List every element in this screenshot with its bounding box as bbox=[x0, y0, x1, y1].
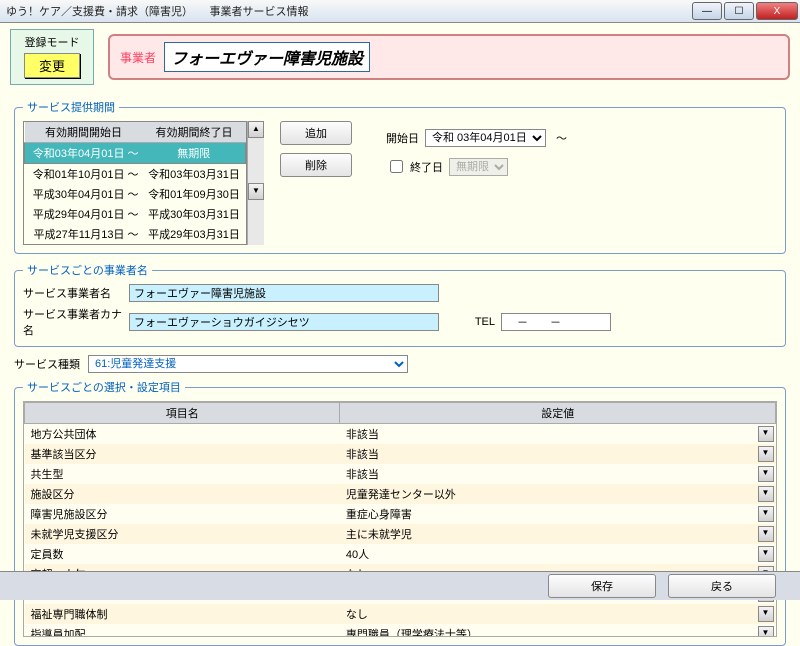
chevron-down-icon[interactable]: ▼ bbox=[758, 426, 774, 442]
end-date-label: 終了日 bbox=[410, 159, 443, 175]
provider-label: 事業者 bbox=[120, 49, 156, 66]
settings-value-select[interactable]: 児童発達センター以外▼ bbox=[340, 484, 776, 504]
tel-label: TEL bbox=[445, 316, 495, 328]
add-button[interactable]: 追加 bbox=[280, 121, 352, 145]
start-date-label: 開始日 bbox=[386, 130, 419, 146]
service-names-legend: サービスごとの事業者名 bbox=[23, 262, 152, 278]
window-buttons: — ☐ X bbox=[690, 2, 798, 20]
maximize-button[interactable]: ☐ bbox=[724, 2, 754, 20]
window-titlebar: ゆう！ケア／支援費・請求（障害児） 事業者サービス情報 — ☐ X bbox=[0, 0, 800, 23]
periods-table[interactable]: 有効期間開始日 有効期間終了日 令和03年04月01日 ～無期限令和01年10月… bbox=[23, 121, 247, 245]
settings-value-select[interactable]: 専門職員（理学療法士等）▼ bbox=[340, 624, 776, 637]
footer-bar: 保存 戻る bbox=[0, 571, 800, 600]
chevron-down-icon[interactable]: ▼ bbox=[758, 486, 774, 502]
periods-col-start: 有効期間開始日 bbox=[25, 122, 143, 143]
settings-row: 共生型非該当▼ bbox=[25, 464, 776, 484]
settings-item: 基準該当区分 bbox=[25, 444, 340, 464]
minimize-button[interactable]: — bbox=[692, 2, 722, 20]
period-row[interactable]: 令和01年10月01日 ～令和03年03月31日 bbox=[25, 164, 246, 185]
periods-scrollbar[interactable]: ▲ ▼ bbox=[247, 121, 264, 245]
settings-value-select[interactable]: なし▼ bbox=[340, 604, 776, 624]
chevron-down-icon[interactable]: ▼ bbox=[758, 606, 774, 622]
end-date-checkbox[interactable]: 終了日 bbox=[386, 157, 443, 176]
chevron-down-icon[interactable]: ▼ bbox=[758, 506, 774, 522]
service-type-row: サービス種類 61:児童発達支援 bbox=[14, 355, 786, 373]
service-type-select[interactable]: 61:児童発達支援 bbox=[88, 355, 408, 373]
settings-item: 共生型 bbox=[25, 464, 340, 484]
settings-legend: サービスごとの選択・設定項目 bbox=[23, 379, 185, 395]
scroll-down-icon[interactable]: ▼ bbox=[248, 183, 264, 200]
window-title: ゆう！ケア／支援費・請求（障害児） 事業者サービス情報 bbox=[0, 3, 690, 19]
periods-col-end: 有効期間終了日 bbox=[143, 122, 246, 143]
close-button[interactable]: X bbox=[756, 2, 798, 20]
end-date-select: 無期限 bbox=[449, 158, 508, 176]
settings-item: 障害児施設区分 bbox=[25, 504, 340, 524]
period-row[interactable]: 平成29年04月01日 ～平成30年03月31日 bbox=[25, 204, 246, 224]
settings-value-select[interactable]: 主に未就学児▼ bbox=[340, 524, 776, 544]
save-button[interactable]: 保存 bbox=[548, 574, 656, 598]
mode-box: 登録モード 変更 bbox=[10, 29, 94, 85]
svc-name-input[interactable] bbox=[129, 284, 439, 302]
periods-group: サービス提供期間 有効期間開始日 有効期間終了日 令和03年04月01日 ～無期… bbox=[14, 99, 786, 254]
back-button[interactable]: 戻る bbox=[668, 574, 776, 598]
period-row[interactable]: 令和03年04月01日 ～無期限 bbox=[25, 143, 246, 164]
provider-name: フォーエヴァー障害児施設 bbox=[164, 42, 370, 72]
settings-item: 定員数 bbox=[25, 544, 340, 564]
chevron-down-icon[interactable]: ▼ bbox=[758, 446, 774, 462]
settings-row: 未就学児支援区分主に未就学児▼ bbox=[25, 524, 776, 544]
tilde-icon: ～ bbox=[552, 130, 571, 146]
settings-row: 地方公共団体非該当▼ bbox=[25, 424, 776, 445]
settings-row: 福祉専門職体制なし▼ bbox=[25, 604, 776, 624]
svc-kana-label: サービス事業者カナ名 bbox=[23, 306, 123, 338]
chevron-down-icon[interactable]: ▼ bbox=[758, 626, 774, 637]
chevron-down-icon[interactable]: ▼ bbox=[758, 466, 774, 482]
mode-label: 登録モード bbox=[15, 34, 89, 50]
periods-legend: サービス提供期間 bbox=[23, 99, 119, 115]
period-row[interactable]: 平成27年11月13日 ～平成29年03月31日 bbox=[25, 224, 246, 244]
service-names-group: サービスごとの事業者名 サービス事業者名 サービス事業者カナ名 TEL bbox=[14, 262, 786, 347]
svc-name-label: サービス事業者名 bbox=[23, 285, 123, 301]
settings-row: 施設区分児童発達センター以外▼ bbox=[25, 484, 776, 504]
start-date-select[interactable]: 令和 03年04月01日 bbox=[425, 129, 546, 147]
settings-item: 指導員加配 bbox=[25, 624, 340, 637]
settings-item: 地方公共団体 bbox=[25, 424, 340, 445]
settings-value-select[interactable]: 非該当▼ bbox=[340, 424, 776, 445]
service-type-label: サービス種類 bbox=[14, 356, 80, 372]
settings-row: 基準該当区分非該当▼ bbox=[25, 444, 776, 464]
settings-item: 施設区分 bbox=[25, 484, 340, 504]
settings-row: 定員数40人▼ bbox=[25, 544, 776, 564]
settings-value-select[interactable]: 40人▼ bbox=[340, 544, 776, 564]
settings-col-value: 設定値 bbox=[340, 403, 776, 424]
svc-kana-input[interactable] bbox=[129, 313, 439, 331]
period-row[interactable]: 平成30年04月01日 ～令和01年09月30日 bbox=[25, 184, 246, 204]
settings-value-select[interactable]: 非該当▼ bbox=[340, 444, 776, 464]
tel-input[interactable] bbox=[501, 313, 611, 331]
settings-value-select[interactable]: 重症心身障害▼ bbox=[340, 504, 776, 524]
chevron-down-icon[interactable]: ▼ bbox=[758, 546, 774, 562]
provider-box: 事業者 フォーエヴァー障害児施設 bbox=[108, 34, 790, 80]
mode-value: 変更 bbox=[24, 53, 80, 78]
delete-button[interactable]: 削除 bbox=[280, 153, 352, 177]
settings-item: 未就学児支援区分 bbox=[25, 524, 340, 544]
settings-value-select[interactable]: 非該当▼ bbox=[340, 464, 776, 484]
top-bar: 登録モード 変更 事業者 フォーエヴァー障害児施設 bbox=[0, 23, 800, 95]
settings-row: 指導員加配専門職員（理学療法士等）▼ bbox=[25, 624, 776, 637]
settings-item: 福祉専門職体制 bbox=[25, 604, 340, 624]
settings-table: 項目名 設定値 地方公共団体非該当▼基準該当区分非該当▼共生型非該当▼施設区分児… bbox=[24, 402, 776, 637]
settings-col-item: 項目名 bbox=[25, 403, 340, 424]
scroll-up-icon[interactable]: ▲ bbox=[248, 121, 264, 138]
settings-group: サービスごとの選択・設定項目 項目名 設定値 地方公共団体非該当▼基準該当区分非… bbox=[14, 379, 786, 646]
settings-row: 障害児施設区分重症心身障害▼ bbox=[25, 504, 776, 524]
end-date-check[interactable] bbox=[390, 160, 403, 173]
chevron-down-icon[interactable]: ▼ bbox=[758, 526, 774, 542]
